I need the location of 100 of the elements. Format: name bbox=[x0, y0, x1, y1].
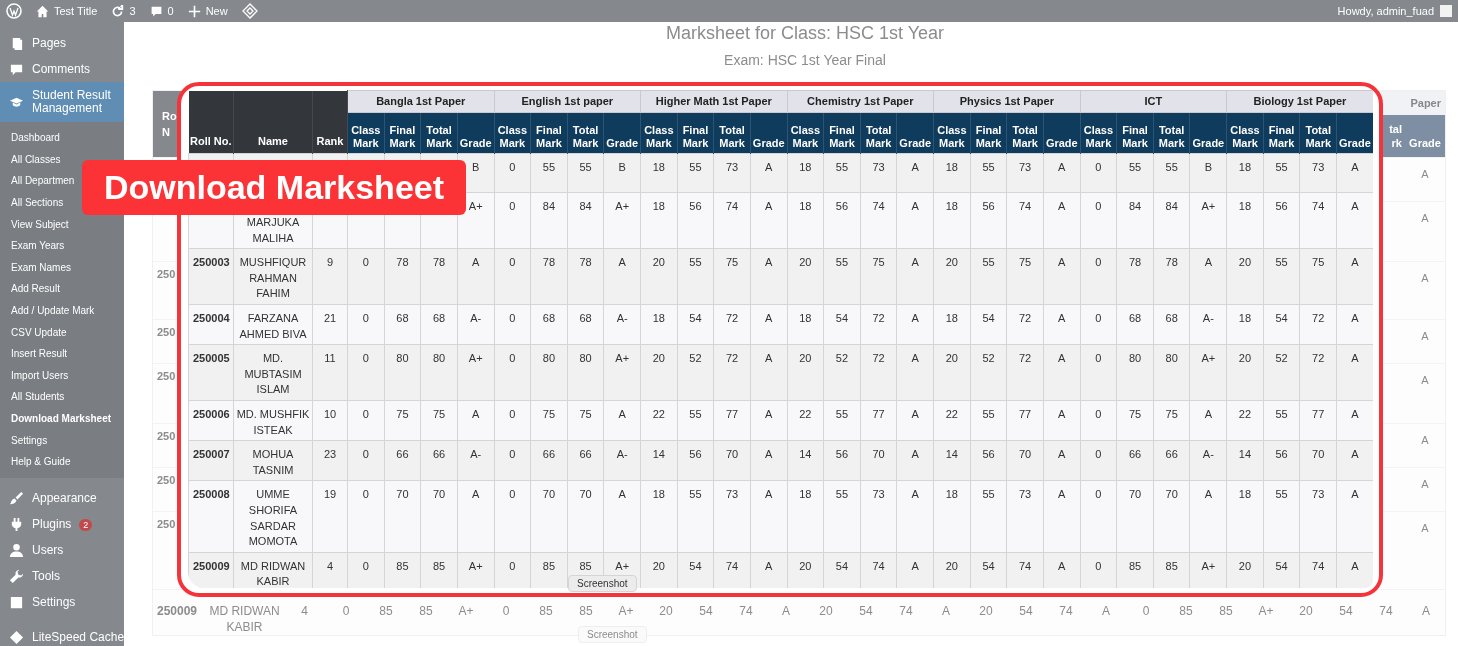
column-header: Grade bbox=[1409, 137, 1441, 149]
menu-item[interactable]: Student Result Management bbox=[0, 82, 124, 122]
table-cell: 55 bbox=[689, 256, 702, 269]
updates-link[interactable]: 3 bbox=[111, 4, 136, 18]
table-cell: 0 bbox=[509, 448, 516, 461]
plug-icon bbox=[9, 517, 24, 532]
table-cell: A bbox=[765, 161, 773, 173]
submenu-item[interactable]: All Classes bbox=[11, 152, 61, 166]
table-cell: 20 bbox=[799, 256, 812, 269]
table-cell: B bbox=[618, 161, 626, 173]
column-header: Total Mark bbox=[420, 112, 458, 154]
table-cell: 20 bbox=[799, 352, 812, 365]
table-cell: 22 bbox=[1238, 407, 1252, 420]
table-cell: 66 bbox=[1128, 448, 1142, 461]
table-cell: 20 bbox=[652, 256, 665, 269]
submenu-item[interactable]: Add / Update Mark bbox=[11, 304, 95, 318]
submenu-item[interactable]: Add Result bbox=[11, 282, 60, 296]
submenu-item[interactable]: Insert Result bbox=[11, 347, 68, 361]
column-header: Total Mark bbox=[1299, 112, 1337, 154]
table-cell: A bbox=[1351, 256, 1359, 269]
table-cell: A bbox=[1204, 488, 1212, 501]
table-cell: A- bbox=[470, 448, 482, 461]
submenu-item[interactable]: All Students bbox=[11, 390, 65, 404]
menu-item[interactable]: LiteSpeed Cache bbox=[0, 624, 124, 646]
table-cell: 4 bbox=[326, 559, 334, 572]
submenu-item[interactable]: Import Users bbox=[11, 368, 69, 382]
submenu-item[interactable]: Help & Guide bbox=[11, 455, 71, 469]
table-cell: A bbox=[1421, 374, 1429, 386]
table-cell-text: A+ bbox=[457, 603, 475, 620]
table-cell: 74 bbox=[872, 559, 885, 572]
table-cell: 0 bbox=[509, 559, 516, 572]
table-cell: A+ bbox=[615, 200, 630, 212]
menu-item[interactable]: Settings bbox=[0, 589, 124, 616]
table-cell: 55 bbox=[689, 488, 702, 501]
table-cell: 0 bbox=[509, 311, 516, 324]
table-cell: 18 bbox=[799, 488, 812, 501]
table-cell-text: A+ bbox=[1257, 603, 1275, 620]
column-header: Class Mark bbox=[347, 112, 385, 154]
table-cell: 18 bbox=[945, 200, 958, 212]
table-cell: 54 bbox=[689, 311, 702, 324]
comments-link[interactable]: 0 bbox=[149, 4, 174, 18]
table-cell: 73 bbox=[1312, 161, 1325, 173]
table-cell: 0 bbox=[509, 407, 516, 420]
submenu-item[interactable]: Download Marksheet bbox=[11, 412, 112, 425]
table-cell: 77 bbox=[1312, 407, 1325, 420]
submenu-item[interactable]: Dashboard bbox=[11, 131, 60, 145]
plus-icon bbox=[187, 4, 201, 18]
table-cell-text: 74 bbox=[738, 603, 754, 620]
column-header: Final Mark bbox=[677, 112, 714, 154]
account-link[interactable]: Howdy, admin_fuad bbox=[1337, 5, 1434, 17]
table-cell: 74 bbox=[1019, 559, 1032, 572]
menu-item[interactable]: Pages bbox=[0, 30, 124, 56]
table-cell: 70 bbox=[432, 488, 446, 501]
table-cell: A bbox=[472, 256, 480, 269]
table-cell: A+ bbox=[1201, 559, 1216, 572]
table-cell: 70 bbox=[579, 488, 592, 501]
table-cell: 72 bbox=[1312, 352, 1325, 365]
table-cell: A bbox=[911, 448, 919, 461]
menu-item[interactable]: Comments bbox=[0, 56, 124, 82]
table-cell: A bbox=[1351, 200, 1359, 212]
column-header: Class Mark bbox=[494, 112, 531, 154]
table-cell: A bbox=[1421, 522, 1429, 534]
site-link[interactable]: Test Title bbox=[36, 4, 98, 18]
table-cell: 56 bbox=[835, 200, 849, 212]
submenu-item[interactable]: All Departmen bbox=[11, 174, 75, 188]
submenu-item[interactable]: View Subject bbox=[11, 217, 69, 231]
table-cell: 75 bbox=[725, 256, 739, 269]
table-cell: 77 bbox=[725, 407, 739, 420]
table-cell: 21 bbox=[323, 311, 337, 324]
column-header: Grade bbox=[457, 112, 494, 154]
submenu-item[interactable]: Exam Names bbox=[11, 260, 71, 274]
submenu-item[interactable]: All Sections bbox=[11, 196, 64, 210]
submenu-item[interactable]: Settings bbox=[11, 433, 48, 447]
menu-item[interactable]: Tools bbox=[0, 563, 124, 590]
table-cell: 55 bbox=[542, 161, 556, 173]
table-cell: 73 bbox=[872, 488, 885, 501]
table-cell: 78 bbox=[1128, 256, 1142, 269]
submenu-item[interactable]: CSV Update bbox=[11, 325, 67, 339]
table-cell-text: 20 bbox=[658, 603, 674, 620]
table-cell: A bbox=[765, 200, 773, 212]
submenu-item[interactable]: Exam Years bbox=[11, 239, 65, 253]
table-cell: A bbox=[1058, 448, 1066, 461]
menu-item[interactable]: Plugins 2 bbox=[0, 511, 124, 538]
table-cell: A bbox=[911, 311, 919, 324]
wordpress-logo-icon[interactable] bbox=[6, 3, 22, 19]
comment-icon bbox=[149, 4, 163, 18]
new-link[interactable]: New bbox=[187, 4, 228, 18]
table-cell: 54 bbox=[982, 311, 995, 324]
table-cell: A bbox=[765, 407, 773, 420]
subject-header: Chemistry 1st Paper bbox=[787, 90, 934, 113]
table-cell-text: MD RIDWAN KABIR bbox=[208, 603, 281, 635]
menu-item[interactable]: Appearance bbox=[0, 485, 124, 512]
diamond-icon[interactable] bbox=[241, 3, 258, 19]
column-header: Class Mark bbox=[640, 112, 678, 154]
column-header: Final Mark bbox=[823, 112, 861, 154]
table-cell: 55 bbox=[982, 161, 995, 173]
menu-item[interactable]: Users bbox=[0, 537, 124, 564]
table-cell: 70 bbox=[725, 448, 739, 461]
table-cell: 18 bbox=[1238, 200, 1252, 212]
table-cell: 72 bbox=[1312, 311, 1325, 324]
